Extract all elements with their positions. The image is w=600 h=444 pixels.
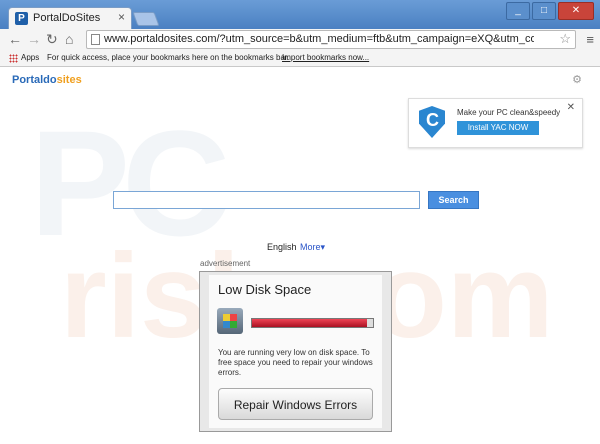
promo-text: Make your PC clean&speedy [457,108,561,117]
ad-panel: Low Disk Space You are running very low … [209,275,382,428]
back-arrow-icon[interactable]: ← [8,31,22,47]
tab-favicon-icon: P [15,12,28,25]
maximize-button[interactable]: □ [532,2,556,20]
forward-arrow-icon[interactable]: → [27,31,41,47]
disk-usage-bar [251,318,374,328]
promo-box: C Make your PC clean&speedy Install YAC … [408,98,583,148]
logo-accent: sites [56,74,82,86]
star-icon[interactable]: ☆ [559,31,571,47]
minimize-button[interactable]: _ [506,2,530,20]
page-content: PC risk.com Portaldosites ⚙ C Make your … [0,67,600,444]
search-button[interactable]: Search [428,191,479,209]
repair-windows-errors-button[interactable]: Repair Windows Errors [218,388,373,420]
bookmarks-bar: Apps For quick access, place your bookma… [0,51,600,67]
advertisement-box[interactable]: Low Disk Space You are running very low … [199,271,392,432]
window-controls: _ □ ✕ [506,2,594,20]
browser-toolbar: ← → ↻ ⌂ www.portaldosites.com/?utm_sourc… [0,29,600,51]
menu-icon[interactable]: ≡ [586,32,594,47]
search-input[interactable] [113,191,420,209]
new-tab-button[interactable] [132,12,160,26]
browser-tab[interactable]: P PortalDoSites × [8,7,132,29]
apps-link[interactable]: Apps [21,53,39,62]
ad-title: Low Disk Space [218,282,312,297]
close-icon[interactable]: ✕ [567,102,575,113]
gear-icon[interactable]: ⚙ [572,73,582,86]
url-text[interactable]: www.portaldosites.com/?utm_source=b&utm_… [104,33,534,45]
language-label: English [267,242,297,252]
shield-letter: C [426,110,439,130]
page-icon [91,34,100,45]
install-button[interactable]: Install YAC NOW [457,121,539,135]
bookmarks-hint: For quick access, place your bookmarks h… [47,53,290,62]
address-bar[interactable]: www.portaldosites.com/?utm_source=b&utm_… [86,30,576,49]
tab-title: PortalDoSites [33,12,101,24]
window-close-button[interactable]: ✕ [558,2,594,20]
apps-icon[interactable] [9,54,18,63]
advertisement-label: advertisement [200,259,251,268]
home-icon[interactable]: ⌂ [65,31,73,47]
reload-icon[interactable]: ↻ [46,31,58,48]
disk-usage-fill [252,319,367,327]
more-languages-link[interactable]: More▾ [300,242,325,253]
browser-titlebar: P PortalDoSites × _ □ ✕ [0,0,600,29]
import-bookmarks-link[interactable]: Import bookmarks now... [282,53,369,62]
logo-main: Portaldo [12,74,57,86]
site-logo[interactable]: Portaldosites [12,74,82,86]
tab-close-icon[interactable]: × [118,10,125,24]
ad-message: You are running very low on disk space. … [218,348,373,377]
disk-icon [217,308,243,334]
